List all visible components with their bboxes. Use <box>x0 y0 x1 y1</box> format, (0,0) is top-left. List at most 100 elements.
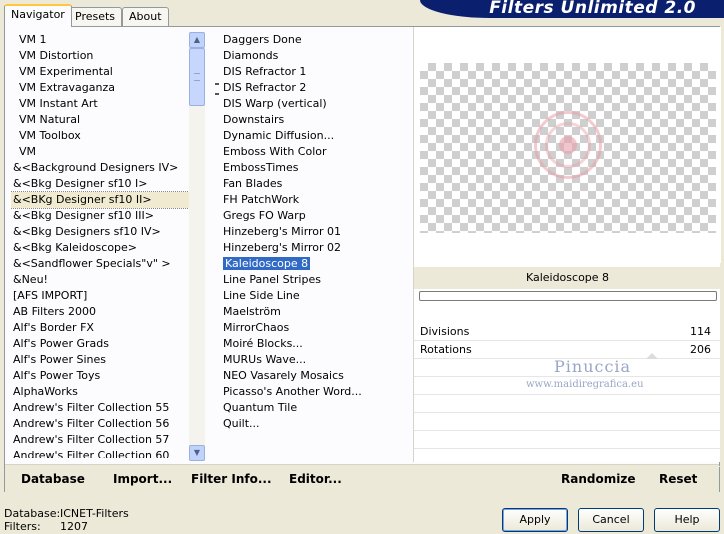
category-item[interactable]: &<Background Designers IV> <box>11 160 189 176</box>
category-item[interactable]: Alf's Power Grads <box>11 336 189 352</box>
category-item[interactable]: VM Experimental <box>11 64 189 80</box>
category-item[interactable]: VM Extravaganza <box>11 80 189 96</box>
filter-item[interactable]: Downstairs <box>221 112 411 128</box>
category-item[interactable]: &Neu! <box>11 272 189 288</box>
filter-item[interactable]: MirrorChaos <box>221 320 411 336</box>
filter-item[interactable]: Hinzeberg's Mirror 02 <box>221 240 411 256</box>
category-item[interactable]: Alf's Power Toys <box>11 368 189 384</box>
category-item[interactable]: &<Sandflower Specials"v" > <box>11 256 189 272</box>
category-item[interactable]: VM Instant Art <box>11 96 189 112</box>
filter-item[interactable]: Quilt... <box>221 416 411 432</box>
filter-list[interactable]: Daggers Done Diamonds DIS Refractor 1 DIS R… <box>221 32 411 458</box>
filter-preview-panel: Kaleidoscope 8 Divisions 114 Rotations 2… <box>413 27 721 467</box>
filter-item[interactable]: Emboss With Color <box>221 144 411 160</box>
category-item[interactable]: AB Filters 2000 <box>11 304 189 320</box>
database-button[interactable]: Database <box>21 472 85 486</box>
filter-item[interactable]: Quantum Tile <box>221 400 411 416</box>
filter-item[interactable]: DIS Warp (vertical) <box>221 96 411 112</box>
filter-item[interactable]: MURUs Wave... <box>221 352 411 368</box>
progress-bar <box>419 291 717 301</box>
category-item[interactable]: Andrew's Filter Collection 55 <box>11 400 189 416</box>
category-item[interactable]: Alf's Border FX <box>11 320 189 336</box>
category-item[interactable]: Andrew's Filter Collection 56 <box>11 416 189 432</box>
preview-image[interactable] <box>420 63 716 233</box>
status-filters-value: 1207 <box>60 520 88 533</box>
filter-item[interactable]: EmbossTimes <box>221 160 411 176</box>
category-item[interactable]: VM Natural <box>11 112 189 128</box>
splitter-grip[interactable] <box>215 83 219 95</box>
category-item[interactable]: &<Bkg Designer sf10 III> <box>11 208 189 224</box>
category-item[interactable]: Andrew's Filter Collection 57 <box>11 432 189 448</box>
category-scrollbar[interactable]: ▲ ▼ <box>189 32 205 461</box>
tab-presets[interactable]: Presets <box>68 7 123 26</box>
category-item[interactable]: &<Bkg Kaleidoscope> <box>11 240 189 256</box>
filter-item[interactable]: Kaleidoscope 8 <box>221 256 411 272</box>
filter-info-button[interactable]: Filter Info... <box>191 472 272 486</box>
apply-button[interactable]: Apply <box>502 508 568 532</box>
kaleidoscope-center <box>559 136 577 154</box>
randomize-button[interactable]: Randomize <box>561 472 635 486</box>
scroll-thumb[interactable] <box>189 48 205 106</box>
scroll-down-button[interactable]: ▼ <box>189 445 205 461</box>
filter-item-label: Quilt... <box>223 417 260 430</box>
import-button[interactable]: Import... <box>113 472 172 486</box>
category-item[interactable]: &<Bkg Designers sf10 IV> <box>11 224 189 240</box>
category-item[interactable]: Alf's Power Sines <box>11 352 189 368</box>
category-item[interactable]: AlphaWorks <box>11 384 189 400</box>
reset-button[interactable]: Reset <box>659 472 697 486</box>
filter-item-label: Diamonds <box>223 49 279 62</box>
filter-item[interactable]: Diamonds <box>221 48 411 64</box>
cancel-button[interactable]: Cancel <box>578 508 644 532</box>
filter-item[interactable]: Line Side Line <box>221 288 411 304</box>
tab-about[interactable]: About <box>122 7 169 26</box>
param-value: 114 <box>690 325 711 338</box>
filter-item[interactable]: Line Panel Stripes <box>221 272 411 288</box>
filter-item[interactable]: Moiré Blocks... <box>221 336 411 352</box>
param-label: Divisions <box>420 325 470 338</box>
category-item[interactable]: VM Toolbox <box>11 128 189 144</box>
filter-item[interactable]: Gregs FO Warp <box>221 208 411 224</box>
filter-item[interactable]: Picasso's Another Word... <box>221 384 411 400</box>
filter-item[interactable]: NEO Vasarely Mosaics <box>221 368 411 384</box>
status-database-value: ICNET-Filters <box>60 507 129 520</box>
selected-filter-name: Kaleidoscope 8 <box>414 267 721 289</box>
filter-item[interactable]: DIS Refractor 2 <box>221 80 411 96</box>
app-title: Filters Unlimited 2.0 <box>489 0 696 18</box>
filter-item-label: Maelström <box>223 305 281 318</box>
param-empty <box>414 395 721 413</box>
watermark-url: www.maidiregrafica.eu <box>526 379 644 390</box>
scroll-up-button[interactable]: ▲ <box>189 32 205 48</box>
editor-button[interactable]: Editor... <box>289 472 342 486</box>
filter-item[interactable]: Dynamic Diffusion... <box>221 128 411 144</box>
category-item[interactable]: VM Distortion <box>11 48 189 64</box>
filter-item-label: Fan Blades <box>223 177 283 190</box>
filter-item[interactable]: FH PatchWork <box>221 192 411 208</box>
filter-item[interactable]: Hinzeberg's Mirror 01 <box>221 224 411 240</box>
category-item[interactable]: &<BKg Designer sf10 II> <box>11 191 189 209</box>
filter-item-label: Gregs FO Warp <box>223 209 306 222</box>
filter-item-label: Line Panel Stripes <box>223 273 321 286</box>
param-divisions[interactable]: Divisions 114 <box>414 323 721 341</box>
parameter-list: Divisions 114 Rotations 206 <box>414 323 721 467</box>
filter-item[interactable]: Maelström <box>221 304 411 320</box>
category-item[interactable]: VM 1 <box>11 32 189 48</box>
help-button[interactable]: Help <box>654 508 720 532</box>
category-item[interactable]: Andrew's Filter Collection 60 <box>11 448 189 458</box>
filter-item-label: EmbossTimes <box>223 161 299 174</box>
category-item[interactable]: &<Bkg Designer sf10 I> <box>11 176 189 192</box>
app-banner: Filters Unlimited 2.0 <box>420 0 724 18</box>
category-list[interactable]: VM 1 VM Distortion VM Experimental VM Extra… <box>11 32 189 458</box>
filter-item[interactable]: Daggers Done <box>221 32 411 48</box>
filter-item-label: FH PatchWork <box>223 193 300 206</box>
filter-item[interactable]: DIS Refractor 1 <box>221 64 411 80</box>
tab-navigator[interactable]: Navigator <box>4 4 72 27</box>
category-item[interactable]: [AFS IMPORT] <box>11 288 189 304</box>
filter-item-label: Hinzeberg's Mirror 02 <box>223 241 342 254</box>
filter-item-label: Hinzeberg's Mirror 01 <box>223 225 342 238</box>
filter-item-label: Dynamic Diffusion... <box>223 129 335 142</box>
filter-item[interactable]: Fan Blades <box>221 176 411 192</box>
filter-item-label: Daggers Done <box>223 33 302 46</box>
category-item[interactable]: VM <box>11 144 189 160</box>
filter-item-label: Picasso's Another Word... <box>223 385 362 398</box>
filter-item-label: MirrorChaos <box>223 321 290 334</box>
